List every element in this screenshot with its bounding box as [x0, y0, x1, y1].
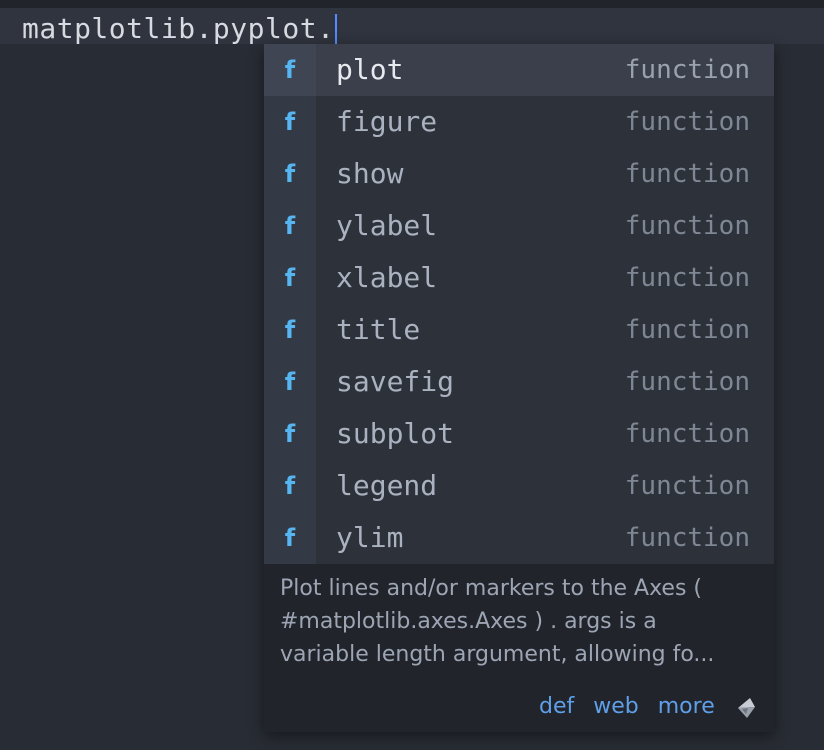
completion-item[interactable]: f ylabel function — [264, 200, 774, 252]
completion-kind: function — [624, 55, 750, 85]
kite-logo-icon[interactable] — [734, 696, 758, 720]
completion-name: xlabel — [336, 261, 438, 294]
doc-links: def web more — [539, 694, 727, 719]
completion-list: f plot function f figure function f show… — [264, 44, 774, 564]
completion-kind: function — [624, 419, 750, 449]
web-link[interactable]: web — [593, 694, 639, 719]
completion-kind: function — [624, 107, 750, 137]
completion-kind: function — [624, 159, 750, 189]
autocomplete-popup: f plot function f figure function f show… — [264, 44, 774, 732]
completion-name: ylim — [336, 521, 404, 554]
documentation-panel: Plot lines and/or markers to the Axes ( … — [280, 572, 760, 671]
doc-line: variable length argument, allowing fo... — [280, 642, 715, 667]
completion-name: savefig — [336, 365, 455, 398]
completion-name: plot — [336, 53, 404, 86]
function-icon: f — [264, 512, 316, 564]
function-icon: f — [264, 252, 316, 304]
doc-line: #matplotlib.axes.Axes ) . args is a — [280, 609, 657, 634]
completion-item[interactable]: f title function — [264, 304, 774, 356]
function-icon: f — [264, 356, 316, 408]
completion-name: title — [336, 313, 421, 346]
function-icon: f — [264, 408, 316, 460]
completion-item[interactable]: f show function — [264, 148, 774, 200]
completion-kind: function — [624, 263, 750, 293]
function-icon: f — [264, 96, 316, 148]
completion-kind: function — [624, 367, 750, 397]
completion-item[interactable]: f subplot function — [264, 408, 774, 460]
completion-name: figure — [336, 105, 438, 138]
completion-item[interactable]: f figure function — [264, 96, 774, 148]
completion-name: show — [336, 157, 404, 190]
function-icon: f — [264, 44, 316, 96]
code-text[interactable]: matplotlib.pyplot. — [22, 12, 334, 45]
completion-item[interactable]: f savefig function — [264, 356, 774, 408]
completion-kind: function — [624, 471, 750, 501]
completion-kind: function — [624, 523, 750, 553]
function-icon: f — [264, 200, 316, 252]
completion-item[interactable]: f ylim function — [264, 512, 774, 564]
completion-name: legend — [336, 469, 438, 502]
completion-name: ylabel — [336, 209, 438, 242]
def-link[interactable]: def — [539, 694, 574, 719]
editor-current-line[interactable]: matplotlib.pyplot. — [0, 8, 824, 44]
function-icon: f — [264, 460, 316, 512]
text-cursor — [335, 14, 338, 44]
completion-item[interactable]: f plot function — [264, 44, 774, 96]
completion-kind: function — [624, 211, 750, 241]
editor-top-strip — [0, 0, 824, 8]
function-icon: f — [264, 304, 316, 356]
doc-line: Plot lines and/or markers to the Axes ( — [280, 576, 703, 601]
code-line[interactable]: matplotlib.pyplot. — [22, 12, 338, 45]
completion-name: subplot — [336, 417, 455, 450]
completion-kind: function — [624, 315, 750, 345]
more-link[interactable]: more — [658, 694, 715, 719]
completion-item[interactable]: f xlabel function — [264, 252, 774, 304]
function-icon: f — [264, 148, 316, 200]
completion-item[interactable]: f legend function — [264, 460, 774, 512]
